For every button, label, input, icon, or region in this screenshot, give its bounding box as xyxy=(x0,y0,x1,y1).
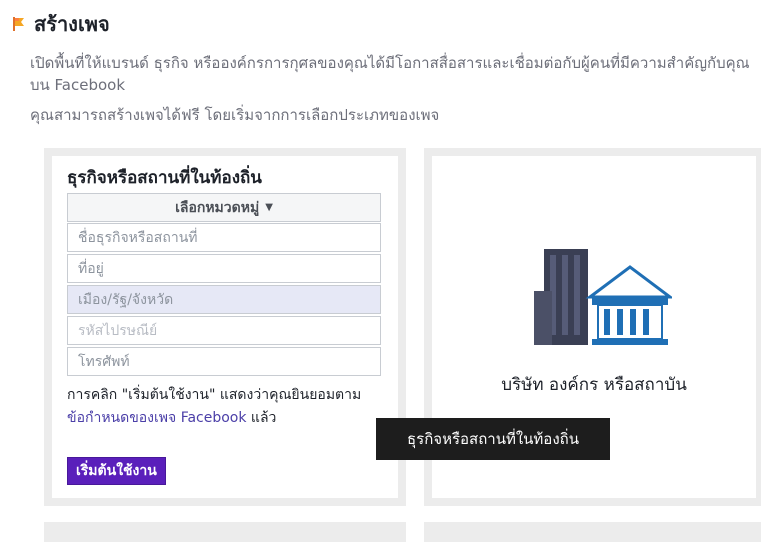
phone-field[interactable]: โทรศัพท์ xyxy=(67,347,381,376)
page-description: เปิดพื้นที่ให้แบรนด์ ธุรกิจ หรือองค์กรกา… xyxy=(30,54,750,94)
business-name-field[interactable]: ชื่อธุรกิจหรือสถานที่ xyxy=(67,223,381,252)
terms-suffix: แล้ว xyxy=(246,410,277,426)
start-button[interactable]: เริ่มต้นใช้งาน xyxy=(67,457,166,485)
terms-link[interactable]: ข้อกำหนดของเพจ Facebook xyxy=(67,410,246,426)
page-subdescription: คุณสามารถสร้างเพจได้ฟรี โดยเริ่มจากการเล… xyxy=(30,106,440,124)
company-building-icon xyxy=(532,241,675,351)
local-business-title: ธุรกิจหรือสถานที่ในท้องถิ่น xyxy=(67,168,262,188)
flag-icon xyxy=(12,16,26,32)
local-business-card: ธุรกิจหรือสถานที่ในท้องถิ่น เลือกหมวดหมู… xyxy=(44,148,406,506)
next-category-card-left[interactable] xyxy=(44,522,406,542)
page-title: สร้างเพจ xyxy=(34,12,110,36)
terms-text: การคลิก "เริ่มต้นใช้งาน" แสดงว่าคุณยินยอ… xyxy=(67,384,367,430)
company-card-label: บริษัท องค์กร หรือสถาบัน xyxy=(501,375,687,395)
tooltip: ธุรกิจหรือสถานที่ในท้องถิ่น xyxy=(376,418,610,460)
city-field[interactable]: เมือง/รัฐ/จังหวัด xyxy=(67,285,381,314)
local-business-card-body: ธุรกิจหรือสถานที่ในท้องถิ่น เลือกหมวดหมู… xyxy=(52,156,398,498)
category-select[interactable]: เลือกหมวดหมู่ ▼ xyxy=(67,193,381,222)
address-field[interactable]: ที่อยู่ xyxy=(67,254,381,283)
category-select-label: เลือกหมวดหมู่ xyxy=(175,199,260,216)
postal-code-field[interactable]: รหัสไปรษณีย์ xyxy=(67,316,381,345)
caret-down-icon: ▼ xyxy=(265,202,273,213)
terms-prefix: การคลิก "เริ่มต้นใช้งาน" แสดงว่าคุณยินยอ… xyxy=(67,387,362,403)
page-header: สร้างเพจ xyxy=(12,10,110,38)
next-category-card-right[interactable] xyxy=(424,522,761,542)
